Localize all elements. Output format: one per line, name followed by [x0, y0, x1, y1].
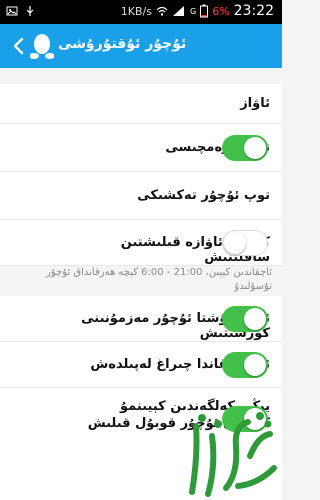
sound-label: ئاۋاز — [240, 96, 270, 111]
watermark-logo — [189, 412, 277, 497]
night-silence-row: كېچىدە ئاۋازە قىلىشتىن ساقلىنىش — [0, 220, 282, 266]
wifi-icon — [156, 6, 168, 16]
group-assistant-row: توپ يارەمچىسى — [0, 124, 282, 172]
night-silence-hint: ئاچقاندىن كېيىن، 21:00 - 6:00 كېچە ھەرقا… — [46, 267, 272, 292]
toggle-knob — [244, 308, 266, 330]
signal-icon — [172, 6, 184, 16]
show-content-toggle[interactable] — [222, 306, 268, 332]
status-right: 1KB/s G 6% 23:22 — [121, 3, 274, 19]
network-speed: 1KB/s — [120, 4, 152, 18]
toggle-knob — [244, 137, 266, 159]
usb-icon — [26, 6, 34, 16]
toggle-knob — [224, 232, 246, 254]
toggle-knob — [244, 354, 266, 376]
battery-icon — [200, 4, 209, 18]
show-content-row: ئۇقتۇرۇشتا ئۇچۇر مەزمۇنىنى كۆرسىتىش — [0, 296, 282, 342]
led-blink-toggle[interactable] — [222, 352, 268, 378]
page-title: ئۇچۇر ئۇقتۇرۇشى — [58, 36, 187, 52]
night-silence-toggle[interactable] — [222, 230, 268, 256]
app-bar: ئۇچۇر ئۇقتۇرۇشى — [0, 24, 282, 68]
chevron-left-icon[interactable] — [8, 35, 30, 57]
group-message-check-label: توپ ئۇچۇر تەكشىكى — [137, 188, 270, 203]
photo-icon — [6, 6, 18, 16]
sound-setting-row[interactable]: ئاۋاز — [0, 84, 282, 124]
status-left — [6, 5, 36, 17]
qq-penguin-icon — [30, 34, 54, 59]
group-message-check-row[interactable]: توپ ئۇچۇر تەكشىكى — [0, 172, 282, 220]
network-type: G — [189, 6, 197, 16]
led-blink-row: ئۇقتۇرغاندا چىراغ لەپىلدەش — [0, 342, 282, 388]
battery-percent: 6% — [212, 4, 230, 18]
status-bar: 1KB/s G 6% 23:22 — [0, 0, 282, 24]
group-assistant-toggle[interactable] — [222, 135, 268, 161]
clock: 23:22 — [233, 3, 274, 19]
